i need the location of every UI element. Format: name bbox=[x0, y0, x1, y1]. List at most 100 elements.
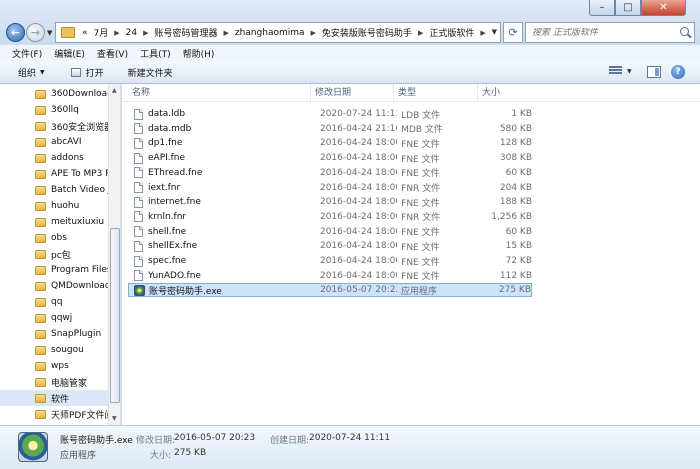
nav-item[interactable]: huohu bbox=[0, 198, 108, 214]
menu-edit[interactable]: 编辑(E) bbox=[48, 47, 91, 60]
file-row[interactable]: krnln.fnr 2016-04-24 18:00 FNR 文件 1,256 KB bbox=[128, 210, 532, 224]
nav-item[interactable]: meituxiuxiu bbox=[0, 214, 108, 230]
file-type: FNR 文件 bbox=[401, 184, 441, 194]
nav-item-label: Program Files bbox=[51, 265, 108, 275]
maximize-button[interactable]: □ bbox=[615, 0, 641, 16]
breadcrumb-item[interactable]: 账号密码管理器 bbox=[151, 26, 220, 39]
folder-icon bbox=[35, 105, 46, 115]
nav-item[interactable]: Batch Video Jo bbox=[0, 182, 108, 198]
file-row[interactable]: shell.fne 2016-04-24 18:00 FNE 文件 60 KB bbox=[128, 225, 532, 239]
nav-item[interactable]: sougou bbox=[0, 342, 108, 358]
file-row[interactable]: data.ldb 2020-07-24 11:11 LDB 文件 1 KB bbox=[128, 107, 532, 121]
menu-tools[interactable]: 工具(T) bbox=[134, 47, 177, 60]
file-row[interactable]: shellEx.fne 2016-04-24 18:00 FNE 文件 15 KB bbox=[128, 239, 532, 253]
file-row[interactable]: spec.fne 2016-04-24 18:00 FNE 文件 72 KB bbox=[128, 254, 532, 268]
detail-modified-label: 修改日期: bbox=[136, 436, 176, 446]
file-size: 275 KB bbox=[498, 285, 531, 296]
file-row[interactable]: eAPI.fne 2016-04-24 18:00 FNE 文件 308 KB bbox=[128, 151, 532, 165]
organize-button[interactable]: 组织 ▼ bbox=[12, 66, 51, 79]
back-button[interactable]: ← bbox=[6, 23, 25, 42]
nav-item[interactable]: pc包 bbox=[0, 246, 108, 262]
file-row[interactable]: internet.fne 2016-04-24 18:00 FNE 文件 188 KB bbox=[128, 195, 532, 209]
breadcrumb-separator-icon[interactable]: ▶ bbox=[221, 29, 232, 37]
open-icon bbox=[70, 67, 81, 77]
breadcrumb-item[interactable]: zhanghaomima bbox=[232, 28, 308, 38]
breadcrumb-separator-icon[interactable]: ▶ bbox=[477, 29, 488, 37]
view-options-icon[interactable] bbox=[609, 66, 622, 77]
minimize-button[interactable]: – bbox=[589, 0, 615, 16]
application-icon bbox=[18, 432, 48, 462]
breadcrumb-item[interactable]: 免安装版账号密码助手 bbox=[319, 26, 415, 39]
file-icon bbox=[134, 196, 143, 208]
file-row[interactable]: data.mdb 2016-04-24 21:16 MDB 文件 580 KB bbox=[128, 122, 532, 136]
recent-pages-dropdown-icon[interactable]: ▼ bbox=[47, 29, 52, 37]
file-date: 2016-04-24 18:00 bbox=[319, 182, 398, 193]
menu-help[interactable]: 帮助(H) bbox=[177, 47, 221, 60]
nav-item[interactable]: addons bbox=[0, 150, 108, 166]
search-box[interactable] bbox=[525, 22, 695, 43]
breadcrumb-separator-icon[interactable]: ▶ bbox=[308, 29, 319, 37]
nav-item[interactable]: qqwj bbox=[0, 310, 108, 326]
column-header-date[interactable]: 修改日期 bbox=[311, 84, 394, 102]
file-type: LDB 文件 bbox=[401, 110, 441, 121]
nav-item[interactable]: 电脑管家 bbox=[0, 374, 108, 390]
view-dropdown-icon[interactable]: ▼ bbox=[627, 68, 632, 75]
nav-item[interactable]: SnapPlugin bbox=[0, 326, 108, 342]
nav-item[interactable]: 360llq bbox=[0, 102, 108, 118]
file-row[interactable]: EThread.fne 2016-04-24 18:00 FNE 文件 60 KB bbox=[128, 166, 532, 180]
chevron-down-icon: ▼ bbox=[40, 68, 45, 76]
menu-view[interactable]: 查看(V) bbox=[91, 47, 134, 60]
column-header-size[interactable]: 大小 bbox=[478, 84, 534, 102]
file-size: 308 KB bbox=[499, 153, 532, 164]
file-size: 204 KB bbox=[499, 182, 532, 193]
scroll-up-icon[interactable]: ▲ bbox=[112, 87, 117, 94]
refresh-button[interactable]: ⟳ bbox=[503, 22, 523, 43]
open-button[interactable]: 打开 bbox=[65, 66, 110, 79]
file-icon bbox=[134, 270, 143, 282]
file-date: 2016-04-24 18:00 bbox=[319, 256, 398, 266]
nav-item[interactable]: APE To MP3 Pl bbox=[0, 166, 108, 182]
new-folder-button[interactable]: 新建文件夹 bbox=[122, 66, 179, 79]
help-icon[interactable]: ? bbox=[671, 65, 685, 79]
breadcrumb-overflow[interactable]: « bbox=[79, 28, 91, 38]
nav-scrollbar[interactable]: ▲ ▼ bbox=[108, 84, 120, 425]
nav-item[interactable]: wps bbox=[0, 358, 108, 374]
breadcrumb-item[interactable]: 7月 bbox=[91, 26, 112, 39]
nav-item[interactable]: 360Downloads bbox=[0, 86, 108, 102]
breadcrumb-separator-icon[interactable]: ▶ bbox=[140, 29, 151, 37]
nav-item[interactable]: Program Files bbox=[0, 262, 108, 278]
address-bar[interactable]: « 7月 ▶ 24 ▶ 账号密码管理器 ▶ zhanghaomima ▶ 免安装… bbox=[55, 22, 501, 43]
file-row[interactable]: YunADO.fne 2016-04-24 18:00 FNE 文件 112 KB bbox=[128, 269, 532, 283]
nav-item[interactable]: abcAVI bbox=[0, 134, 108, 150]
nav-item[interactable]: 天师PDF文件阅读 bbox=[0, 406, 108, 422]
file-row[interactable]: 账号密码助手.exe 2016-05-07 20:23 应用程序 275 KB bbox=[128, 283, 532, 298]
column-header-type[interactable]: 类型 bbox=[394, 84, 478, 102]
file-icon bbox=[134, 211, 143, 223]
breadcrumb-separator-icon[interactable]: ▶ bbox=[415, 29, 426, 37]
breadcrumb-item[interactable]: 正式版软件 bbox=[426, 26, 477, 39]
nav-item[interactable]: qq bbox=[0, 294, 108, 310]
nav-item[interactable]: obs bbox=[0, 230, 108, 246]
scroll-down-icon[interactable]: ▼ bbox=[112, 415, 117, 422]
scrollbar-thumb[interactable] bbox=[110, 228, 120, 403]
nav-item[interactable]: 360安全浏览器下载 bbox=[0, 118, 108, 134]
file-row[interactable]: iext.fnr 2016-04-24 18:00 FNR 文件 204 KB bbox=[128, 181, 532, 195]
preview-pane-icon[interactable] bbox=[647, 66, 661, 78]
search-input[interactable] bbox=[526, 27, 674, 38]
folder-icon bbox=[35, 377, 46, 387]
search-icon[interactable] bbox=[680, 27, 689, 36]
folder-icon bbox=[35, 297, 46, 307]
file-name: eAPI.fne bbox=[148, 153, 186, 164]
menu-file[interactable]: 文件(F) bbox=[6, 47, 48, 60]
file-type: FNE 文件 bbox=[401, 272, 440, 283]
breadcrumb-item[interactable]: 24 bbox=[123, 28, 140, 38]
file-row[interactable]: dp1.fne 2016-04-24 18:00 FNE 文件 128 KB bbox=[128, 136, 532, 150]
nav-item[interactable]: QMDownload bbox=[0, 278, 108, 294]
column-header-name[interactable]: 名称 bbox=[128, 84, 311, 102]
close-button[interactable]: ✕ bbox=[641, 0, 686, 16]
nav-item[interactable]: 软件 bbox=[0, 390, 108, 406]
file-name: data.mdb bbox=[148, 123, 192, 134]
forward-button[interactable]: → bbox=[26, 23, 45, 42]
breadcrumb-separator-icon[interactable]: ▶ bbox=[111, 29, 122, 37]
address-dropdown-icon[interactable]: ▼ bbox=[492, 28, 497, 36]
